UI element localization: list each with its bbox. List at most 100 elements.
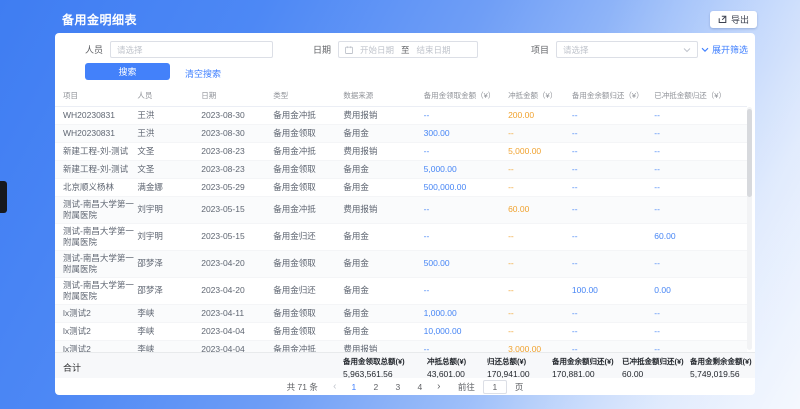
table-header-row: 项目人员日期类型数据来源备用金领取金额（¥）冲抵金额（¥）备用金余额归还（¥）已… bbox=[55, 85, 747, 106]
cell-offset: -- bbox=[508, 277, 572, 304]
cell-source: 费用报销 bbox=[343, 340, 423, 352]
cell-received: -- bbox=[424, 196, 508, 223]
goto-page-suffix: 页 bbox=[515, 381, 524, 393]
summary-stat-value: 43,601.00 bbox=[427, 369, 466, 379]
cell-project: WH20230831 bbox=[55, 106, 137, 124]
cell-source: 备用金 bbox=[343, 223, 423, 250]
cell-offset: 200.00 bbox=[508, 106, 572, 124]
page-button[interactable]: 3 bbox=[392, 382, 404, 392]
table-area: 项目人员日期类型数据来源备用金领取金额（¥）冲抵金额（¥）备用金余额归还（¥）已… bbox=[55, 85, 755, 352]
cell-offset-return: -- bbox=[654, 178, 747, 196]
project-select-placeholder: 请选择 bbox=[563, 44, 589, 56]
page-number-list: 1234 bbox=[348, 382, 426, 392]
cell-offset: -- bbox=[508, 124, 572, 142]
summary-stat: 已冲抵金额归还(¥)60.00 bbox=[622, 356, 684, 379]
cell-offset-return: -- bbox=[654, 304, 747, 322]
cell-person: 李峡 bbox=[137, 340, 201, 352]
cell-offset-return: -- bbox=[654, 322, 747, 340]
cell-date: 2023-05-15 bbox=[201, 223, 273, 250]
goto-page-label: 前往 bbox=[458, 381, 475, 393]
date-start-placeholder[interactable]: 开始日期 bbox=[360, 44, 394, 56]
cell-offset-return: -- bbox=[654, 340, 747, 352]
cell-offset: -- bbox=[508, 250, 572, 277]
cell-balance-return: 100.00 bbox=[572, 277, 654, 304]
summary-stat-label: 备用金余额归还(¥) bbox=[552, 356, 614, 367]
sidebar-collapsed-handle[interactable] bbox=[0, 181, 7, 213]
table-row: WH20230831王洪2023-08-30备用金领取备用金300.00----… bbox=[55, 124, 747, 142]
cell-balance-return: -- bbox=[572, 250, 654, 277]
cell-project: 测试-南昌大学第一附属医院 bbox=[55, 277, 137, 304]
cell-received: -- bbox=[424, 142, 508, 160]
date-end-placeholder[interactable]: 结束日期 bbox=[417, 44, 451, 56]
cell-person: 邵梦泽 bbox=[137, 250, 201, 277]
cell-offset: 3,000.00 bbox=[508, 340, 572, 352]
cell-offset: -- bbox=[508, 223, 572, 250]
chevron-down-icon bbox=[683, 47, 691, 53]
cell-balance-return: -- bbox=[572, 160, 654, 178]
cell-offset: -- bbox=[508, 178, 572, 196]
cell-date: 2023-08-30 bbox=[201, 106, 273, 124]
cell-person: 刘宇明 bbox=[137, 196, 201, 223]
expand-filters-label: 展开筛选 bbox=[712, 43, 748, 56]
prev-page-button[interactable]: ‹ bbox=[330, 382, 340, 392]
cell-offset-return: -- bbox=[654, 106, 747, 124]
cell-offset-return: -- bbox=[654, 250, 747, 277]
project-select[interactable]: 请选择 bbox=[556, 41, 698, 58]
search-button[interactable]: 搜索 bbox=[85, 63, 170, 80]
table-row: 新建工程-刘-测试文圣2023-08-23备用金领取备用金5,000.00---… bbox=[55, 160, 747, 178]
scrollbar-thumb[interactable] bbox=[747, 109, 752, 197]
next-page-button[interactable]: › bbox=[434, 382, 444, 392]
cell-offset-return: -- bbox=[654, 124, 747, 142]
cell-offset-return: -- bbox=[654, 160, 747, 178]
cell-balance-return: -- bbox=[572, 322, 654, 340]
project-filter-label: 项目 bbox=[531, 43, 549, 56]
date-separator: 至 bbox=[401, 44, 410, 56]
summary-stat-value: 170,881.00 bbox=[552, 369, 614, 379]
table-row: 测试-南昌大学第一附属医院刘宇明2023-05-15备用金冲抵费用报销--60.… bbox=[55, 196, 747, 223]
column-header: 日期 bbox=[201, 85, 273, 106]
cell-balance-return: -- bbox=[572, 223, 654, 250]
cell-person: 王洪 bbox=[137, 106, 201, 124]
cell-source: 费用报销 bbox=[343, 142, 423, 160]
expand-filters-link[interactable]: 展开筛选 bbox=[701, 43, 748, 56]
page-button[interactable]: 4 bbox=[414, 382, 426, 392]
cell-offset-return: 60.00 bbox=[654, 223, 747, 250]
cell-received: 1,000.00 bbox=[424, 304, 508, 322]
export-button[interactable]: 导出 bbox=[710, 11, 757, 28]
filter-area: 人员 日期 开始日期 至 结束日期 项目 请选择 bbox=[55, 33, 755, 85]
cell-offset: -- bbox=[508, 304, 572, 322]
cell-project: WH20230831 bbox=[55, 124, 137, 142]
clear-search-link[interactable]: 清空搜索 bbox=[185, 67, 221, 80]
cell-project: lx测试2 bbox=[55, 304, 137, 322]
cell-source: 费用报销 bbox=[343, 106, 423, 124]
date-range-picker[interactable]: 开始日期 至 结束日期 bbox=[338, 41, 478, 58]
cell-date: 2023-05-29 bbox=[201, 178, 273, 196]
cell-date: 2023-05-15 bbox=[201, 196, 273, 223]
page-button[interactable]: 2 bbox=[370, 382, 382, 392]
cell-type: 备用金冲抵 bbox=[273, 142, 343, 160]
column-header: 项目 bbox=[55, 85, 137, 106]
cell-date: 2023-04-11 bbox=[201, 304, 273, 322]
column-header: 数据来源 bbox=[343, 85, 423, 106]
cell-received: -- bbox=[424, 340, 508, 352]
cell-project: lx测试2 bbox=[55, 340, 137, 352]
cell-received: 300.00 bbox=[424, 124, 508, 142]
table-row: lx测试2李峡2023-04-04备用金领取备用金10,000.00------ bbox=[55, 322, 747, 340]
chevron-down-icon bbox=[701, 47, 709, 53]
goto-page-input[interactable] bbox=[483, 380, 507, 394]
table-row: 新建工程-刘-测试文圣2023-08-23备用金冲抵费用报销--5,000.00… bbox=[55, 142, 747, 160]
pagination-bar: 共 71 条 ‹ 1234 › 前往 页 bbox=[55, 378, 755, 395]
cell-received: 10,000.00 bbox=[424, 322, 508, 340]
vertical-scrollbar bbox=[747, 107, 752, 350]
summary-stat-value: 170,941.00 bbox=[487, 369, 530, 379]
person-select-input[interactable] bbox=[110, 41, 273, 58]
cell-type: 备用金领取 bbox=[273, 322, 343, 340]
cell-person: 满金娜 bbox=[137, 178, 201, 196]
cell-type: 备用金冲抵 bbox=[273, 106, 343, 124]
cell-source: 备用金 bbox=[343, 160, 423, 178]
cell-offset: -- bbox=[508, 160, 572, 178]
summary-total-label: 合计 bbox=[63, 361, 81, 374]
page-button[interactable]: 1 bbox=[348, 382, 360, 392]
table-row: 北京顺义杨林满金娜2023-05-29备用金领取备用金500,000.00---… bbox=[55, 178, 747, 196]
summary-stat-value: 5,963,561.56 bbox=[343, 369, 405, 379]
